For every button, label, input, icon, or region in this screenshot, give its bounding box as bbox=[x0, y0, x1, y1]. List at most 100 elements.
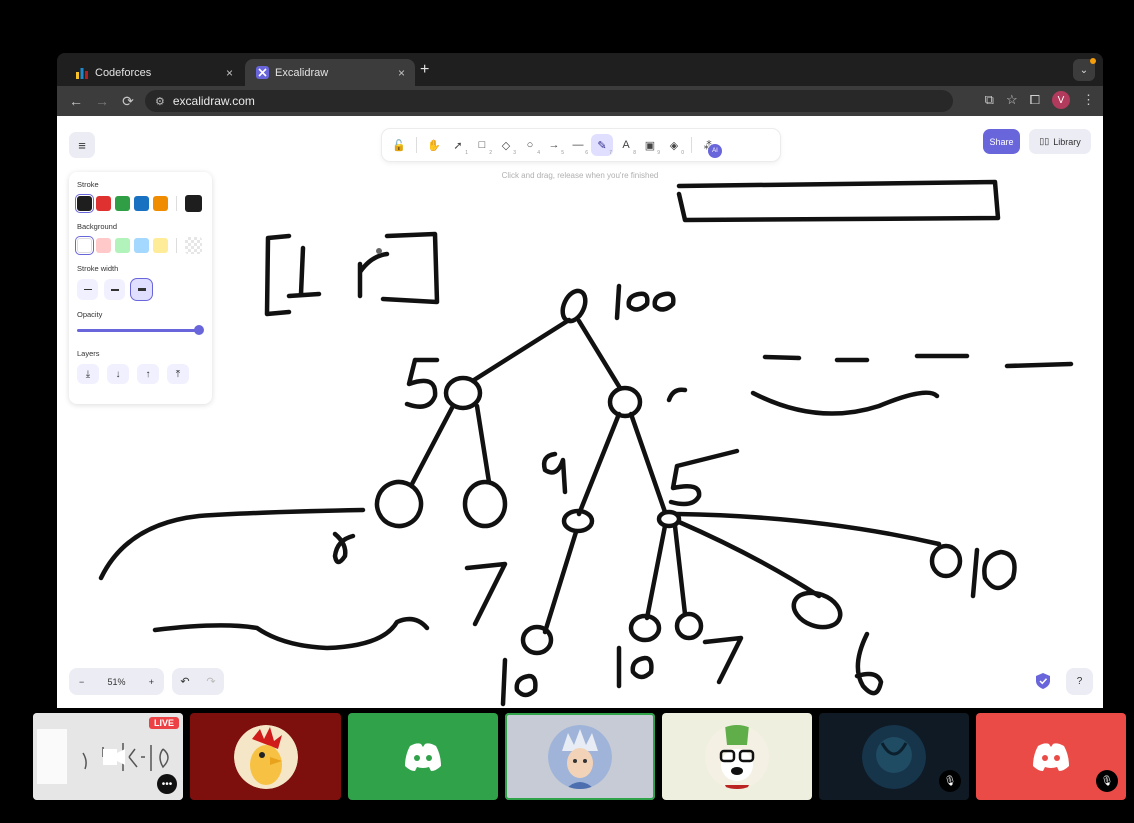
freehand-drawing bbox=[98, 179, 1074, 707]
profile-avatar[interactable]: V bbox=[1052, 91, 1070, 109]
main-menu-button[interactable]: ≡ bbox=[69, 132, 95, 158]
line-icon[interactable]: —6 bbox=[567, 134, 589, 156]
hand-icon[interactable]: ✋ bbox=[423, 134, 445, 156]
tree-node-leaf-10a bbox=[520, 624, 554, 656]
opacity-slider-track bbox=[77, 329, 200, 332]
close-tab-icon[interactable]: × bbox=[398, 66, 405, 80]
background-color-transparent[interactable] bbox=[77, 238, 92, 253]
back-icon[interactable]: ← bbox=[63, 93, 89, 109]
screen-share-tile[interactable]: LIVE ••• bbox=[33, 713, 183, 800]
properties-panel: Stroke Background Stroke width Opacity L… bbox=[69, 172, 212, 404]
stroke-width-label: Stroke width bbox=[77, 264, 119, 273]
pencil-icon[interactable]: ✎ 7 bbox=[591, 134, 613, 156]
library-button[interactable]: ▯▯ Library bbox=[1029, 129, 1091, 154]
reload-icon[interactable]: ⟳ bbox=[115, 93, 141, 110]
bring-to-front-icon[interactable]: ⤒ bbox=[167, 364, 189, 384]
drawn-number-5-right bbox=[668, 448, 740, 507]
tab-search-button[interactable]: ⌄ bbox=[1073, 58, 1096, 81]
zoom-out-button[interactable]: − bbox=[79, 677, 84, 687]
opacity-slider[interactable] bbox=[77, 325, 204, 335]
ellipse-icon[interactable]: ○ 4 bbox=[519, 134, 541, 156]
tab-excalidraw[interactable]: Excalidraw × bbox=[245, 59, 415, 86]
forward-icon[interactable]: → bbox=[89, 93, 115, 109]
stroke-color-black[interactable] bbox=[77, 196, 92, 211]
excalidraw-canvas[interactable]: ≡ 🔓 ✋ ➚1 □2 ◇3 ○4 →5 —6 ✎7 A8 ▣9 ◈0 ⁂AI … bbox=[57, 116, 1103, 708]
toolbar-divider bbox=[691, 137, 692, 153]
site-settings-icon[interactable]: ⚙ bbox=[155, 95, 165, 108]
stroke-width-thin[interactable] bbox=[77, 279, 98, 300]
redo-icon[interactable]: ↷ bbox=[206, 675, 215, 688]
participant-tile-speaking[interactable] bbox=[505, 713, 655, 800]
stroke-color-orange[interactable] bbox=[153, 196, 168, 211]
toolbar-actions: ⧉ ☆ ⧠ V ⋮ bbox=[985, 91, 1095, 109]
stroke-color-blue[interactable] bbox=[134, 196, 149, 211]
drawn-number-5-left bbox=[404, 357, 440, 409]
stroke-color-red[interactable] bbox=[96, 196, 111, 211]
send-to-back-icon[interactable]: ⤓ bbox=[77, 364, 99, 384]
discord-icon bbox=[1033, 742, 1069, 771]
rectangle-icon[interactable]: □ 2 bbox=[471, 134, 493, 156]
more-options-icon[interactable]: ••• bbox=[157, 774, 177, 794]
stroke-width-extra-bold[interactable] bbox=[131, 279, 152, 300]
close-tab-icon[interactable]: × bbox=[226, 66, 233, 80]
background-swatches bbox=[77, 237, 204, 254]
send-backward-icon[interactable]: ↓ bbox=[107, 364, 129, 384]
install-app-icon[interactable]: ⧉ bbox=[985, 92, 994, 108]
diamond-icon[interactable]: ◇ 3 bbox=[495, 134, 517, 157]
extra-tools-icon[interactable]: ⁂AI bbox=[698, 134, 722, 158]
help-button[interactable]: ? bbox=[1066, 668, 1093, 695]
library-label: Library bbox=[1053, 136, 1081, 147]
codeforces-icon bbox=[75, 66, 89, 80]
bookmark-star-icon[interactable]: ☆ bbox=[1006, 92, 1018, 108]
opacity-slider-thumb[interactable] bbox=[194, 325, 204, 335]
participant-tile-4[interactable]: 🎙 bbox=[819, 713, 969, 800]
ai-badge: AI bbox=[708, 144, 722, 158]
stroke-color-current[interactable] bbox=[185, 195, 202, 212]
tree-node-left bbox=[443, 375, 483, 411]
background-color-current[interactable] bbox=[185, 237, 202, 254]
background-color-blue[interactable] bbox=[134, 238, 149, 253]
participant-tile-2[interactable] bbox=[348, 713, 498, 800]
drawn-rectangle bbox=[676, 179, 1001, 223]
selection-icon[interactable]: ➚ 1 bbox=[447, 134, 469, 157]
eraser-icon[interactable]: ◈ 0 bbox=[663, 134, 685, 157]
share-button[interactable]: Share bbox=[983, 129, 1020, 154]
drawn-number-9 bbox=[541, 451, 568, 495]
drawn-number-8 bbox=[332, 531, 356, 565]
drawn-l bbox=[286, 245, 322, 299]
arrow-icon[interactable]: → 5 bbox=[543, 134, 565, 156]
participant-tile-1[interactable] bbox=[190, 713, 341, 800]
extensions-icon[interactable]: ⧠ bbox=[1030, 92, 1040, 108]
bring-forward-icon[interactable]: ↑ bbox=[137, 364, 159, 384]
stroke-width-bold[interactable] bbox=[104, 279, 125, 300]
tab-codeforces[interactable]: Codeforces × bbox=[65, 59, 243, 86]
tree-node-leaf-8 bbox=[374, 479, 424, 529]
participant-avatar bbox=[233, 724, 298, 789]
background-color-yellow[interactable] bbox=[153, 238, 168, 253]
tool-hint: Click and drag, release when you're fini… bbox=[501, 171, 659, 180]
swatch-divider bbox=[176, 238, 177, 253]
help-icon: ? bbox=[1076, 676, 1083, 687]
layers-label: Layers bbox=[77, 349, 100, 358]
drawn-number-6 bbox=[854, 631, 884, 696]
live-badge: LIVE bbox=[148, 717, 179, 729]
swatch-divider bbox=[176, 196, 177, 211]
drawn-bracket-left bbox=[264, 233, 292, 317]
zoom-level[interactable]: 51% bbox=[107, 677, 125, 687]
participant-tile-3[interactable] bbox=[662, 713, 812, 800]
background-color-green[interactable] bbox=[115, 238, 130, 253]
more-menu-icon[interactable]: ⋮ bbox=[1082, 92, 1095, 108]
stroke-color-green[interactable] bbox=[115, 196, 130, 211]
zoom-in-button[interactable]: + bbox=[149, 677, 154, 687]
undo-icon[interactable]: ↶ bbox=[180, 675, 189, 688]
lock-icon[interactable]: 🔓 bbox=[388, 134, 410, 156]
new-tab-button[interactable]: + bbox=[420, 61, 429, 79]
muted-mic-icon: 🎙 bbox=[1096, 770, 1118, 792]
drawn-curve-left-1 bbox=[98, 507, 366, 581]
text-icon[interactable]: A8 bbox=[615, 134, 637, 156]
image-icon[interactable]: ▣ 9 bbox=[639, 134, 661, 157]
shield-icon[interactable] bbox=[1035, 673, 1051, 689]
address-bar[interactable]: ⚙ excalidraw.com bbox=[145, 90, 953, 112]
background-color-pink[interactable] bbox=[96, 238, 111, 253]
participant-tile-5[interactable]: 🎙 bbox=[976, 713, 1126, 800]
